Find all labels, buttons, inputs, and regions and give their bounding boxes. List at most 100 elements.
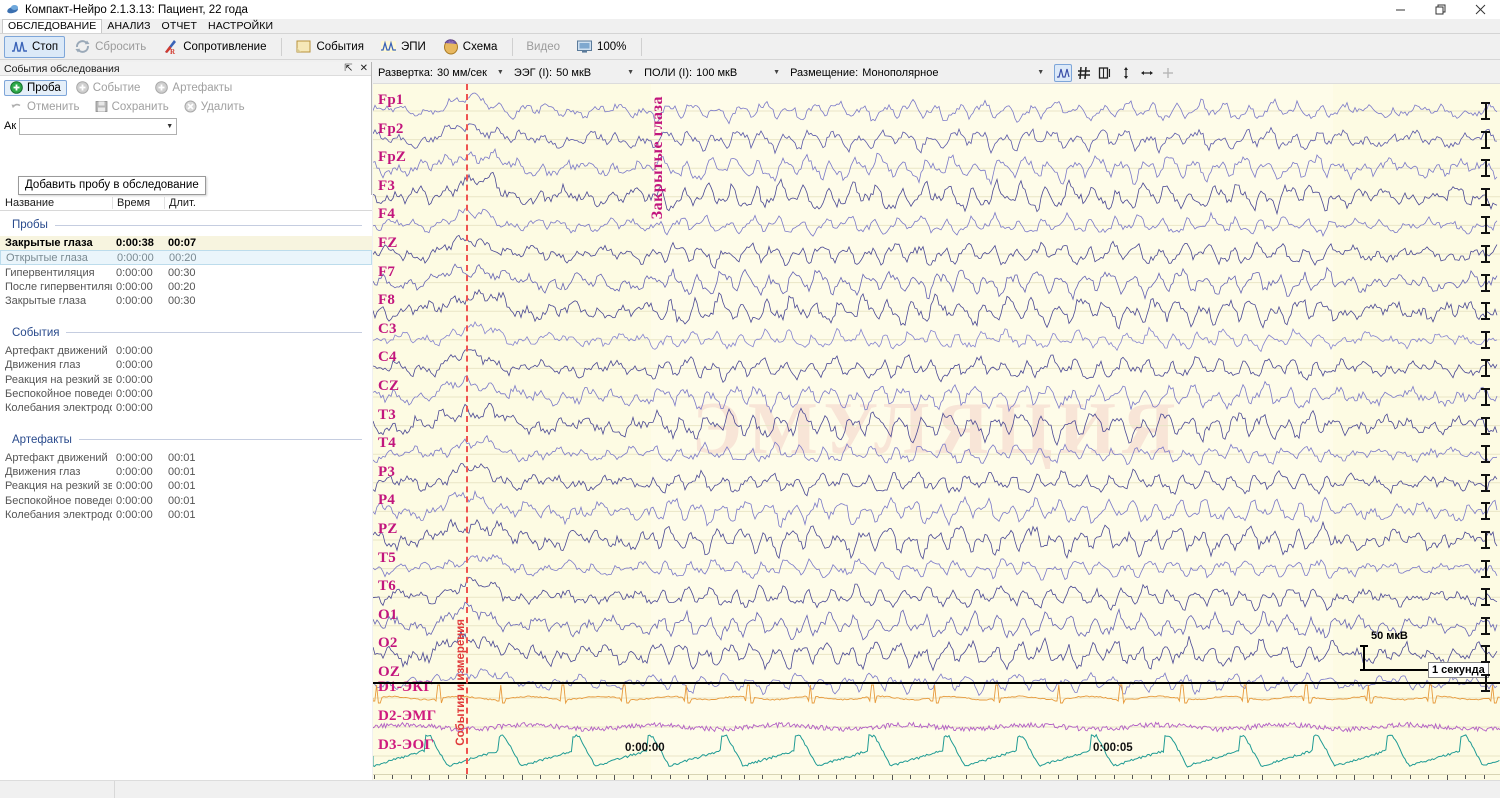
channel-label-t6[interactable]: T6 [378, 579, 396, 594]
add-proba-button[interactable]: Проба [4, 80, 67, 96]
grid-icon[interactable] [1075, 64, 1093, 82]
row-time: 0:00:00 [112, 495, 164, 507]
epi-button[interactable]: ЭПИ [373, 36, 433, 58]
save-label: Сохранить [112, 101, 169, 113]
table-row[interactable]: Артефакт движений 0:00:00 [0, 344, 372, 358]
table-row[interactable]: Открытые глаза 0:00:00 00:20 [0, 250, 372, 265]
table-row[interactable]: Реакция на резкий звук 0:00:00 00:01 [0, 479, 372, 493]
events-button[interactable]: События [288, 36, 370, 58]
probe-marker-label: Закрытые глаза [649, 96, 667, 219]
table-row[interactable]: После гипервентиляции 0:00:00 00:20 [0, 280, 372, 294]
table-row[interactable]: Беспокойное поведение 0:00:00 00:01 [0, 494, 372, 508]
menu-item-otchet[interactable]: ОТЧЕТ [157, 19, 204, 34]
axis-tick-minor [1040, 775, 1041, 779]
restore-icon[interactable] [1420, 0, 1460, 19]
poly-gain-combo[interactable]: 100 мкВ ▼ [696, 65, 788, 81]
channel-label-t5[interactable]: T5 [378, 551, 396, 566]
table-row[interactable]: Закрытые глаза 0:00:38 00:07 [0, 236, 372, 250]
save-button[interactable]: Сохранить [89, 99, 175, 115]
table-row[interactable]: Артефакт движений 0:00:00 00:01 [0, 451, 372, 465]
stop-button[interactable]: Стоп [4, 36, 65, 58]
add-artifacts-button[interactable]: Артефакты [149, 80, 238, 96]
channel-label-fpz[interactable]: FpZ [378, 150, 406, 165]
channel-label-fp1[interactable]: Fp1 [378, 93, 404, 108]
channel-label-fz[interactable]: FZ [378, 236, 398, 251]
channel-label-c4[interactable]: C4 [378, 350, 397, 365]
channel-label-t3[interactable]: T3 [378, 408, 396, 423]
axis-tick-minor [1410, 775, 1411, 779]
impedance-button[interactable]: R Сопротивление [155, 36, 273, 58]
row-name: Закрытые глаза [0, 295, 112, 307]
channel-label-f3[interactable]: F3 [378, 179, 395, 194]
close-icon[interactable] [1460, 0, 1500, 19]
group-title-label: События [12, 327, 59, 339]
axis-tick-minor [448, 775, 449, 779]
scheme-button[interactable]: Схема [435, 36, 505, 58]
menu-item-nastroyki[interactable]: НАСТРОЙКИ [203, 19, 279, 34]
add-proba-label: Проба [27, 82, 61, 94]
monitor-icon [576, 38, 593, 55]
column-header-time[interactable]: Время [112, 197, 164, 209]
channel-label-o1[interactable]: O1 [378, 608, 398, 623]
row-time: 0:00:00 [112, 452, 164, 464]
columns-icon[interactable] [1096, 64, 1114, 82]
table-row[interactable]: Движения глаз 0:00:00 00:01 [0, 465, 372, 479]
channel-label-pz[interactable]: PZ [378, 522, 398, 537]
table-row[interactable]: Движения глаз 0:00:00 [0, 358, 372, 372]
table-row[interactable]: Закрытые глаза 0:00:00 00:30 [0, 294, 372, 308]
channel-label-p4[interactable]: P4 [378, 493, 395, 508]
channel-label-cz[interactable]: CZ [378, 379, 399, 394]
add-event-label: Событие [93, 82, 141, 94]
table-row[interactable]: Гипервентиляция 0:00:00 00:30 [0, 265, 372, 279]
table-row[interactable]: Реакция на резкий звук 0:00:00 [0, 372, 372, 386]
channel-label-d3-эог[interactable]: D3-ЭОГ [378, 738, 434, 753]
axis-tick-minor [966, 775, 967, 779]
waveform-icon[interactable] [1054, 64, 1072, 82]
video-button[interactable]: Видео [519, 36, 567, 58]
menu-item-obsledovanie[interactable]: ОБСЛЕДОВАНИЕ [2, 19, 102, 34]
reset-button[interactable]: Сбросить [67, 36, 153, 58]
menu-item-analiz[interactable]: АНАЛИЗ [102, 19, 156, 34]
row-name: Артефакт движений [0, 452, 112, 464]
channel-label-f7[interactable]: F7 [378, 265, 395, 280]
time-scale-label: 1 секунда [1428, 662, 1489, 678]
zoom-button[interactable]: 100% [569, 36, 633, 58]
channel-label-c3[interactable]: C3 [378, 322, 397, 337]
axis-tick-minor [374, 775, 375, 779]
channel-label-t4[interactable]: T4 [378, 436, 396, 451]
minimize-icon[interactable] [1380, 0, 1420, 19]
horizontal-arrow-icon[interactable] [1138, 64, 1156, 82]
eeg-plot[interactable]: ЭМУЛЯЦИЯ Fp1Fp2FpZF3F4FZF7F8C3C4CZT3T4P3… [373, 84, 1500, 774]
eeg-gain-combo[interactable]: 50 мкВ ▼ [556, 65, 642, 81]
active-probe-combo[interactable]: ▼ [19, 118, 177, 135]
plus-icon[interactable] [1159, 64, 1177, 82]
window-title: Компакт-Нейро 2.1.3.13: Пациент, 22 года [25, 4, 248, 16]
table-row[interactable]: Колебания электродов 0:00:00 00:01 [0, 508, 372, 522]
close-icon[interactable]: ✕ [360, 64, 368, 74]
vertical-arrow-icon[interactable] [1117, 64, 1135, 82]
sweep-combo[interactable]: 30 мм/сек ▼ [437, 65, 512, 81]
delete-button[interactable]: Удалить [178, 99, 251, 115]
row-time: 0:00:00 [112, 281, 164, 293]
add-event-button[interactable]: Событие [70, 80, 147, 96]
channel-label-d2-эмг[interactable]: D2-ЭМГ [378, 709, 436, 724]
axis-tick-minor [855, 775, 856, 779]
channel-label-oz[interactable]: OZ [378, 665, 400, 680]
channel-label-fp2[interactable]: Fp2 [378, 122, 404, 137]
pin-icon[interactable]: ⇱ [344, 64, 352, 74]
channel-label-f4[interactable]: F4 [378, 207, 395, 222]
group-rule [55, 225, 362, 226]
row-name: Артефакт движений [0, 345, 112, 357]
channel-label-p3[interactable]: P3 [378, 465, 395, 480]
plus-circle-gray-icon [76, 81, 89, 94]
table-row[interactable]: Колебания электродов 0:00:00 [0, 401, 372, 415]
menu-bar: ОБСЛЕДОВАНИЕ АНАЛИЗ ОТЧЕТ НАСТРОЙКИ [0, 19, 1500, 34]
montage-combo[interactable]: Монополярное ▼ [862, 65, 1052, 81]
dock-toolbar-row-2: Отменить Сохранить [4, 98, 367, 115]
column-header-name[interactable]: Название [0, 197, 112, 209]
column-header-duration[interactable]: Длит. [164, 197, 220, 209]
channel-label-o2[interactable]: O2 [378, 636, 398, 651]
table-row[interactable]: Беспокойное поведение 0:00:00 [0, 387, 372, 401]
undo-button[interactable]: Отменить [4, 99, 86, 115]
channel-label-f8[interactable]: F8 [378, 293, 395, 308]
